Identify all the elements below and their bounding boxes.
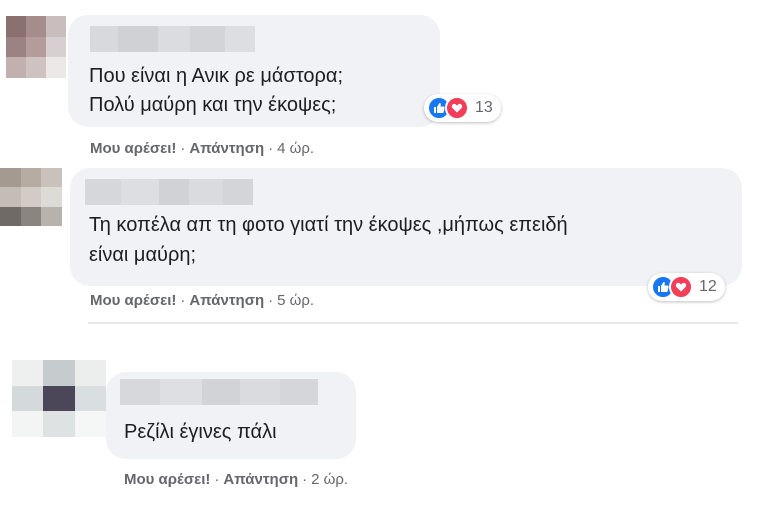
comment-text-line: Ρεζίλι έγινες πάλι (124, 421, 277, 443)
comment-actions: Μου αρέσει! · Απάντηση · 2 ώρ. (124, 471, 349, 488)
comment-actions: Μου αρέσει! · Απάντηση · 5 ώρ. (90, 292, 315, 309)
like-link[interactable]: Μου αρέσει! (124, 471, 210, 488)
comment-text-line: Τη κοπέλα απ τη φοτο γιατί την έκοψες ,μ… (89, 214, 568, 236)
like-link[interactable]: Μου αρέσει! (90, 292, 176, 309)
reaction-count: 13 (475, 99, 493, 116)
avatar[interactable] (0, 168, 62, 226)
avatar[interactable] (6, 16, 66, 78)
divider (88, 322, 738, 324)
comment-text-line: Που είναι η Ανικ ρε μάστορα; (89, 65, 344, 87)
like-link[interactable]: Μου αρέσει! (90, 140, 176, 157)
avatar[interactable] (12, 360, 106, 437)
reaction-count: 12 (699, 278, 717, 295)
reply-link[interactable]: Απάντηση (223, 471, 298, 488)
commenter-name-blurred[interactable] (85, 179, 253, 205)
reply-link[interactable]: Απάντηση (189, 292, 264, 309)
comment-time[interactable]: 4 ώρ. (277, 140, 314, 157)
comment-text-line: Πολύ μαύρη και την έκοψες; (89, 94, 337, 116)
commenter-name-blurred[interactable] (90, 26, 255, 52)
love-reaction-icon (445, 96, 469, 120)
comment-text-line: είναι μαύρη; (89, 244, 197, 266)
comment-actions: Μου αρέσει! · Απάντηση · 4 ώρ. (90, 140, 315, 157)
reactions-summary[interactable]: 13 (424, 94, 501, 122)
reply-link[interactable]: Απάντηση (189, 140, 264, 157)
reactions-summary[interactable]: 12 (648, 273, 725, 301)
love-reaction-icon (669, 275, 693, 299)
comment-time[interactable]: 5 ώρ. (277, 292, 314, 309)
commenter-name-blurred[interactable] (120, 379, 318, 405)
comment-time[interactable]: 2 ώρ. (311, 471, 348, 488)
